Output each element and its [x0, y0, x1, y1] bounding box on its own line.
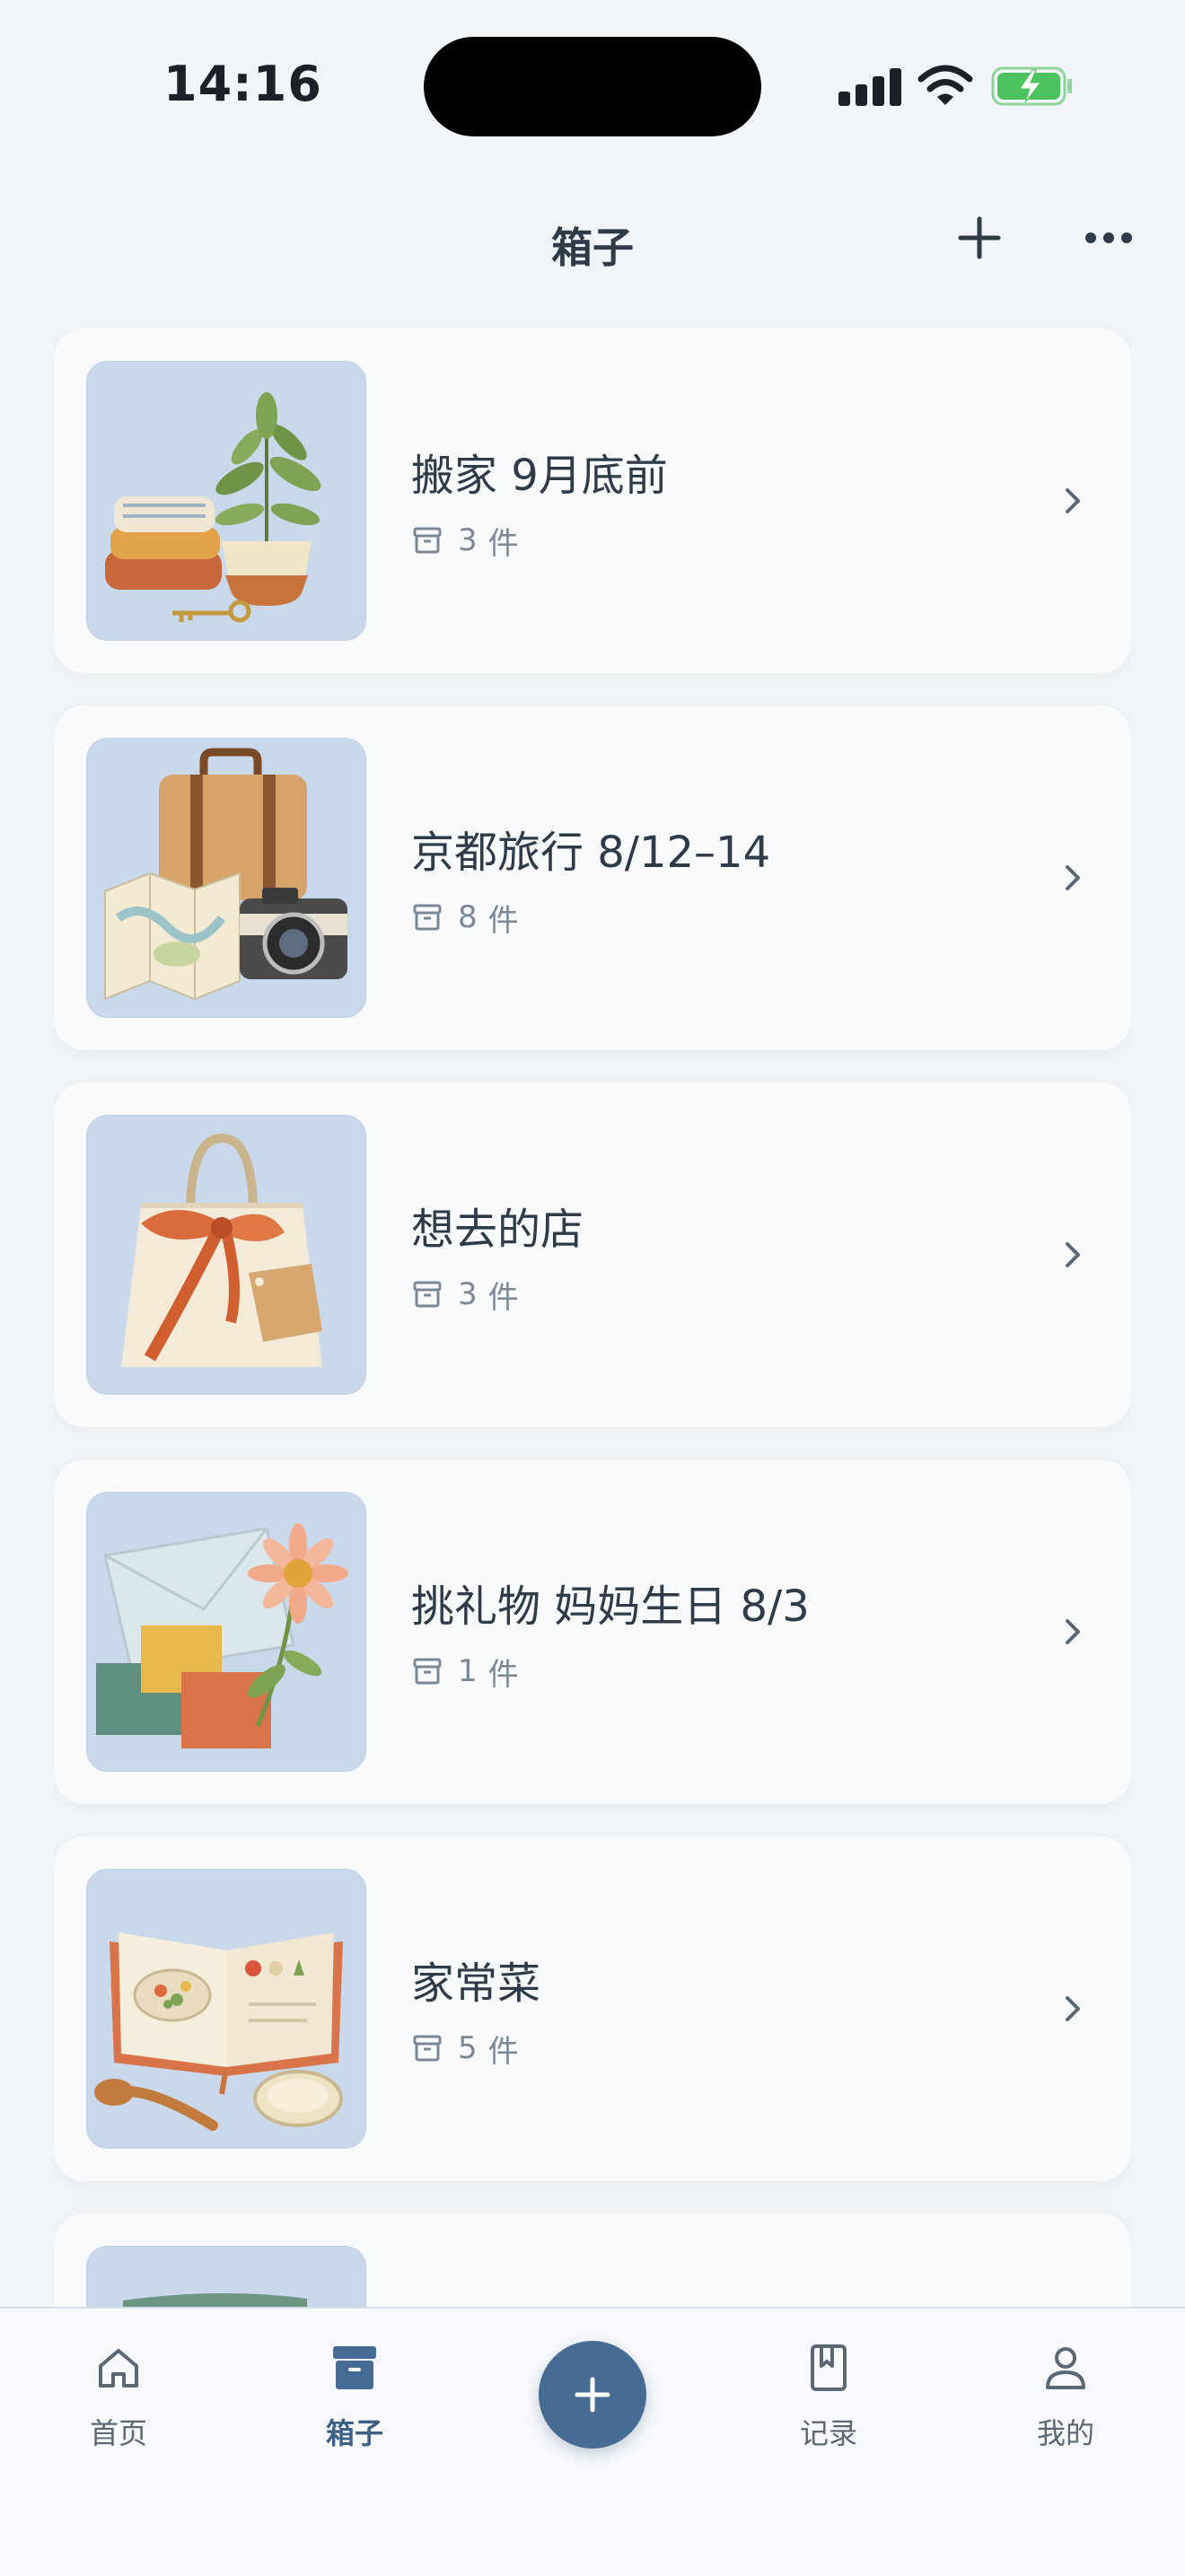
archive-box-icon — [413, 1281, 442, 1308]
add-box-button[interactable] — [957, 215, 1002, 260]
user-icon — [1046, 2347, 1085, 2389]
box-thumbnail — [86, 1492, 366, 1772]
box-card[interactable]: 家常菜 5 件 — [54, 1836, 1131, 2181]
box-card[interactable]: 京都旅行 8/12–14 8 件 — [54, 705, 1131, 1050]
archive-box-icon — [413, 904, 442, 931]
box-list: 搬家 9月底前 3 件 京都旅行 8/12–14 8 件 想去的店 3 件 挑礼… — [54, 329, 1131, 2307]
status-time: 14:16 — [163, 56, 322, 112]
chevron-right-icon — [1066, 488, 1080, 513]
chevron-right-icon — [1066, 1996, 1080, 2021]
item-count-number: 3 — [458, 1276, 478, 1312]
bookmark-book-icon — [811, 2344, 847, 2391]
item-count-unit: 件 — [487, 525, 519, 562]
item-count-number: 8 — [458, 899, 478, 935]
chevron-right-icon — [1066, 1242, 1080, 1267]
tab-label: 记录 — [799, 2416, 857, 2450]
tab-label: 箱子 — [325, 2416, 383, 2450]
archive-box-icon — [413, 1658, 442, 1685]
tab-home[interactable]: 首页 — [38, 2341, 199, 2450]
box-item-count: 3 件 — [411, 1275, 519, 1316]
plus-icon — [575, 2377, 610, 2413]
box-card[interactable] — [54, 2213, 1131, 2307]
box-title: 搬家 9月底前 — [411, 451, 668, 501]
create-fab-button[interactable] — [539, 2341, 646, 2449]
wifi-icon — [917, 65, 973, 105]
item-count-unit: 件 — [487, 1656, 519, 1693]
item-count-unit: 件 — [487, 902, 519, 939]
tab-label: 首页 — [89, 2416, 147, 2450]
page-title: 箱子 — [551, 223, 634, 272]
more-options-button[interactable] — [1084, 215, 1133, 260]
home-icon — [99, 2349, 138, 2388]
tab-label: 我的 — [1036, 2416, 1094, 2450]
item-count-unit: 件 — [487, 1279, 519, 1316]
box-card[interactable]: 想去的店 3 件 — [54, 1082, 1131, 1427]
box-thumbnail — [86, 1869, 366, 2149]
box-item-count: 5 件 — [411, 2028, 519, 2070]
box-card[interactable]: 挑礼物 妈妈生日 8/3 1 件 — [54, 1459, 1131, 1804]
box-title: 家常菜 — [411, 1958, 541, 2009]
box-thumbnail — [86, 361, 366, 641]
item-count-number: 3 — [458, 522, 478, 558]
dynamic-island — [424, 37, 761, 136]
tab-boxes[interactable]: 箱子 — [274, 2341, 435, 2450]
item-count-number: 1 — [458, 1653, 478, 1689]
chevron-right-icon — [1066, 1619, 1080, 1644]
box-thumbnail — [86, 738, 366, 1018]
archive-box-icon — [413, 2035, 442, 2062]
box-card[interactable]: 搬家 9月底前 3 件 — [54, 329, 1131, 673]
cellular-signal-icon — [838, 66, 901, 106]
tab-mine[interactable]: 我的 — [985, 2341, 1146, 2450]
box-item-count: 1 件 — [411, 1652, 519, 1693]
nav-bar: 箱子 — [0, 197, 1185, 287]
box-title: 想去的店 — [411, 1205, 584, 1255]
box-title: 京都旅行 8/12–14 — [411, 828, 771, 878]
box-title: 挑礼物 妈妈生日 8/3 — [411, 1582, 810, 1632]
box-item-count: 3 件 — [411, 521, 519, 562]
box-thumbnail — [86, 2246, 366, 2307]
box-item-count: 8 件 — [411, 898, 519, 939]
chevron-right-icon — [1066, 865, 1080, 890]
box-thumbnail — [86, 1115, 366, 1395]
archive-box-icon — [413, 527, 442, 554]
item-count-number: 5 — [458, 2030, 478, 2066]
tab-bar: 首页 箱子 记录 我的 — [0, 2307, 1185, 2576]
box-icon — [333, 2346, 376, 2389]
battery-charging-icon — [991, 66, 1072, 106]
tab-records[interactable]: 记录 — [748, 2341, 909, 2450]
item-count-unit: 件 — [487, 2033, 519, 2070]
status-bar: 14:16 — [0, 0, 1185, 171]
